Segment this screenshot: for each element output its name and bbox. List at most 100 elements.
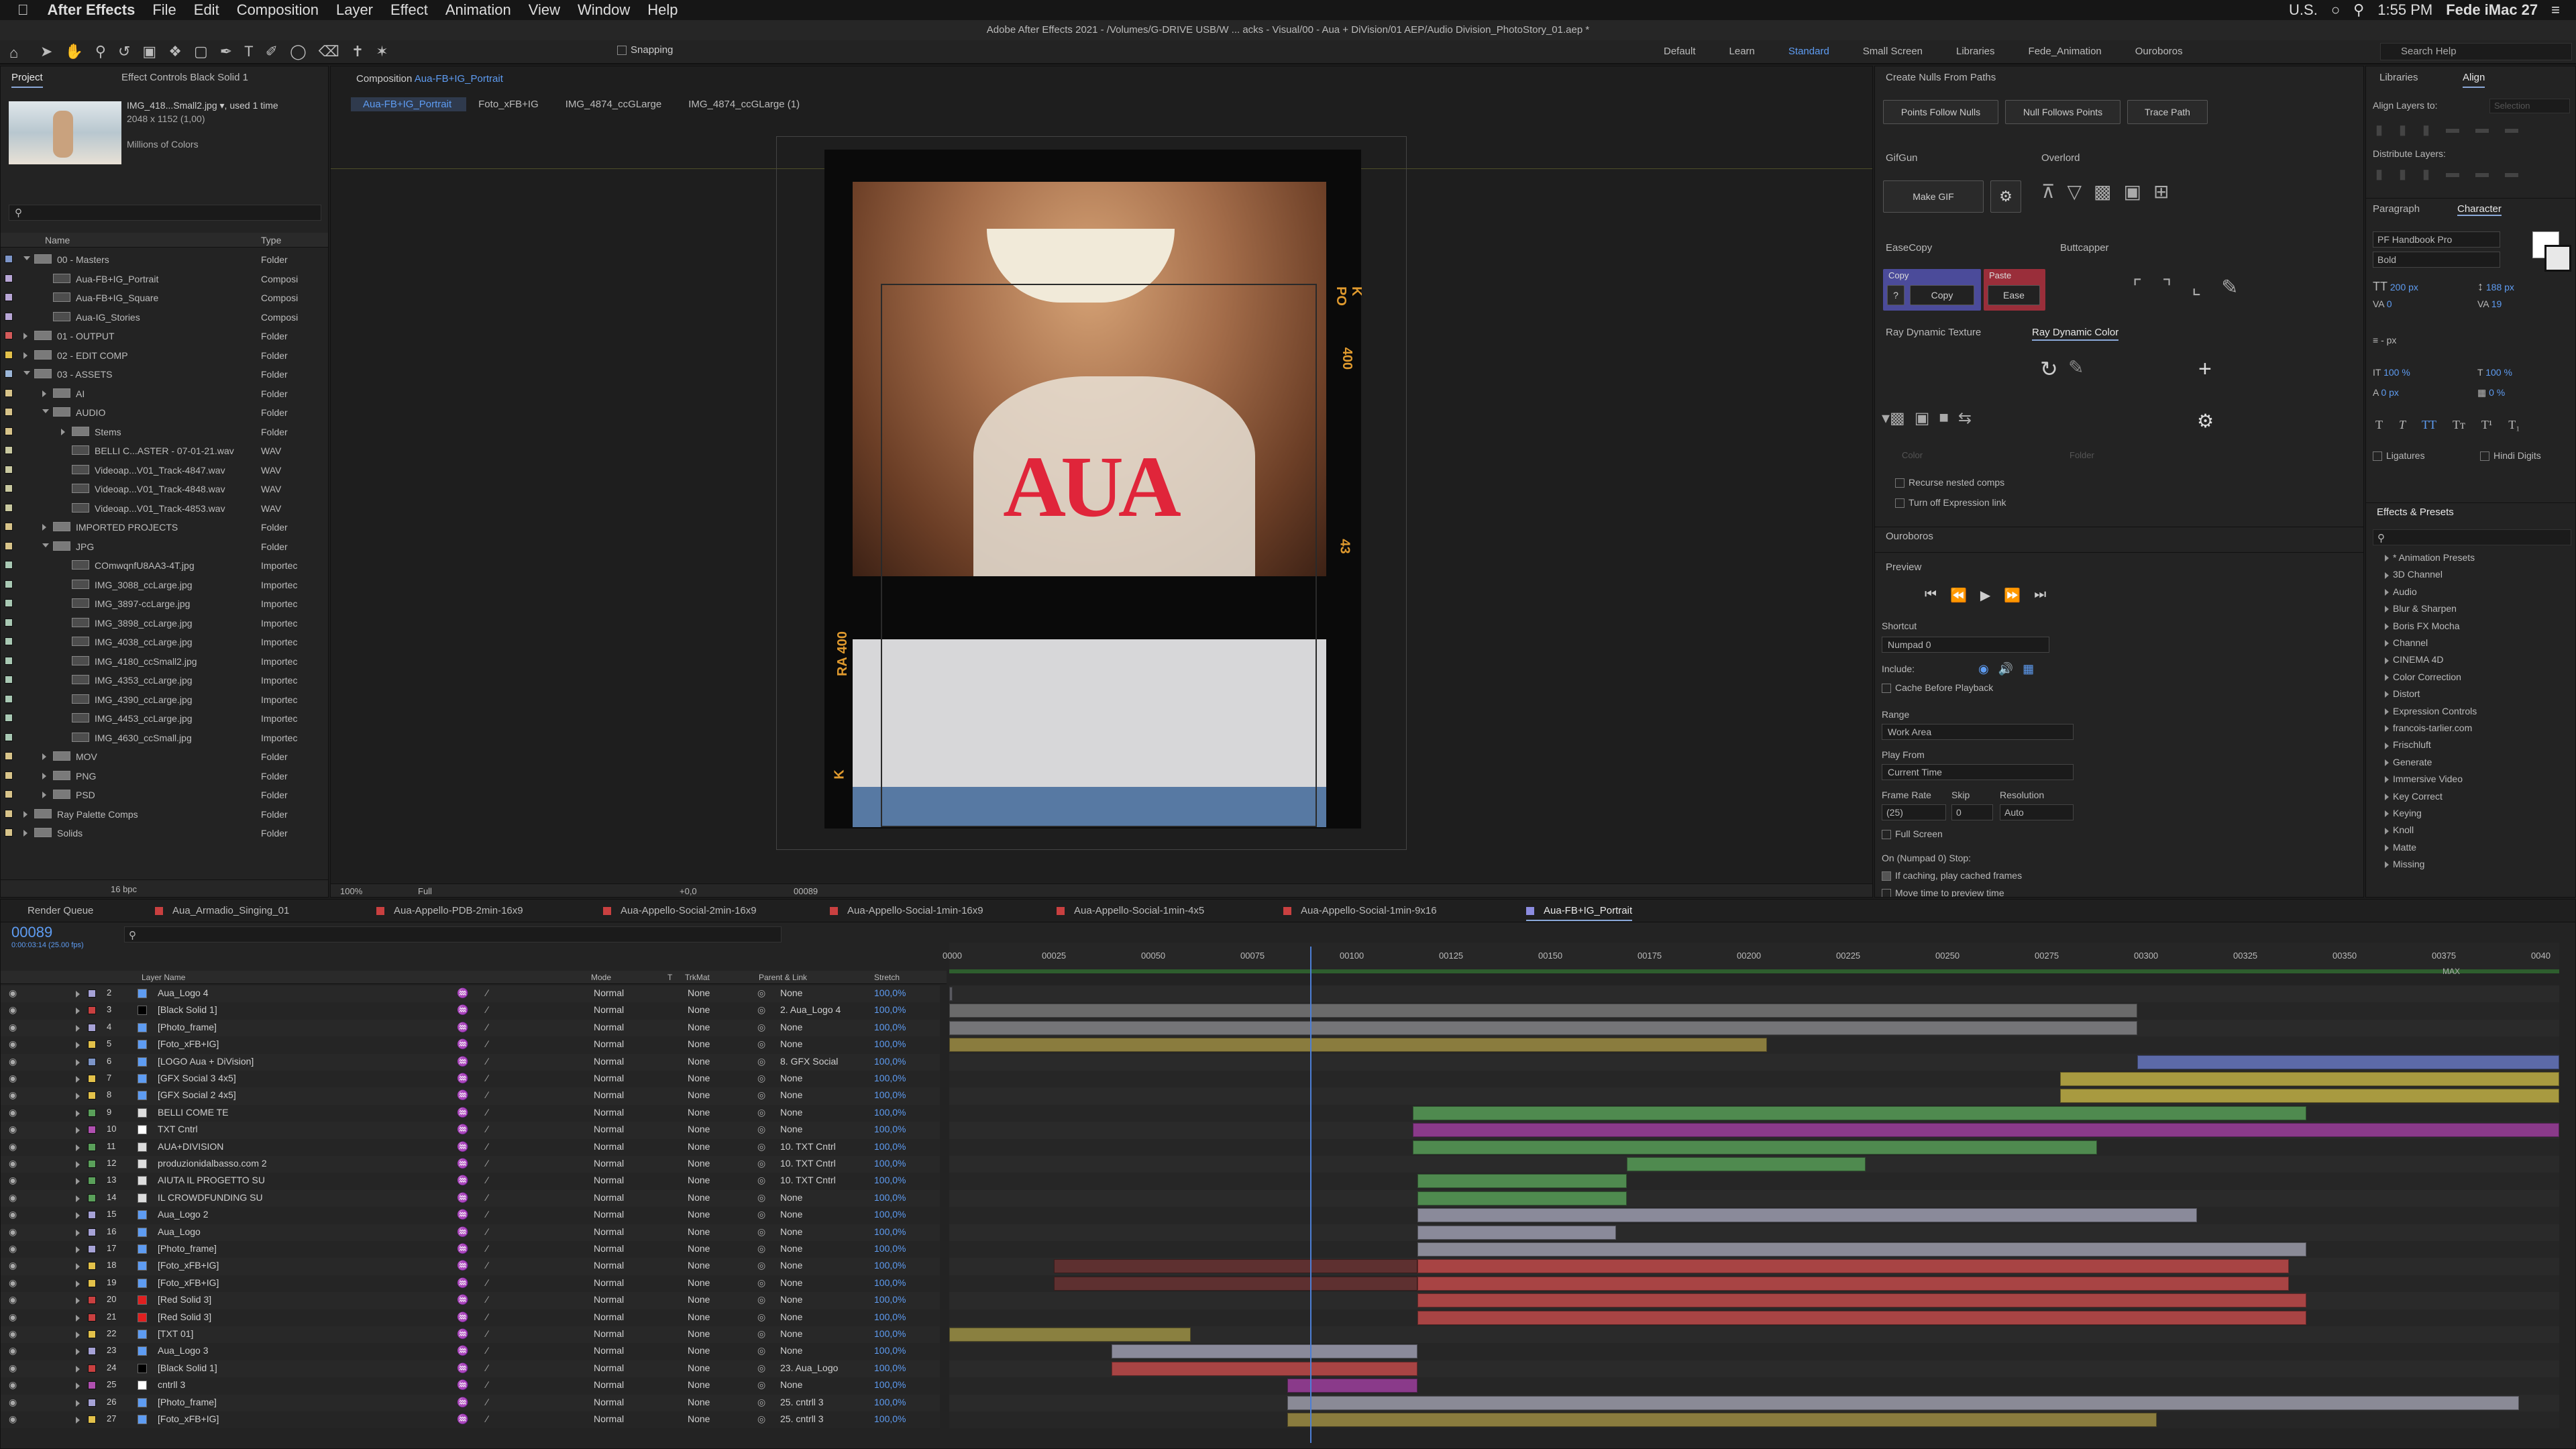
effect-category[interactable]: Distort	[2385, 688, 2420, 699]
hscale-value[interactable]: 100 %	[2485, 367, 2512, 378]
layer-name[interactable]: [Photo_frame]	[158, 1397, 217, 1407]
layer-duration-bar[interactable]	[1417, 1208, 2197, 1223]
effect-category[interactable]: CINEMA 4D	[2385, 654, 2443, 665]
stretch-value[interactable]: 100,0%	[874, 1397, 906, 1407]
pickwhip-icon[interactable]: ◎	[757, 1158, 765, 1169]
rotate-tool-icon[interactable]: ↺	[118, 43, 130, 60]
shy-switch-icon[interactable]: ♒	[457, 1260, 468, 1271]
quality-switch-icon[interactable]: ∕	[486, 1311, 488, 1322]
pickwhip-icon[interactable]: ◎	[757, 1056, 765, 1067]
expand-triangle-icon[interactable]	[76, 1246, 80, 1253]
label-color-swatch[interactable]	[5, 676, 13, 684]
stretch-value[interactable]: 100,0%	[874, 1345, 906, 1356]
parent-select[interactable]: None	[780, 1107, 802, 1118]
effect-category[interactable]: Frischluft	[2385, 739, 2431, 750]
pickwhip-icon[interactable]: ◎	[757, 1311, 765, 1323]
overlord-grid-icon[interactable]: ▩	[2094, 180, 2111, 203]
clock[interactable]: 1:55 PM	[2377, 1, 2432, 19]
layer-name[interactable]: [LOGO Aua + DiVision]	[158, 1056, 254, 1067]
parent-select[interactable]: None	[780, 1294, 802, 1305]
trace-path-button[interactable]: Trace Path	[2127, 100, 2208, 124]
label-color-swatch[interactable]	[5, 771, 13, 780]
overlord-add-icon[interactable]: ⊞	[2153, 180, 2169, 203]
pickwhip-icon[interactable]: ◎	[757, 1107, 765, 1118]
current-timecode[interactable]: 00089	[11, 924, 52, 941]
roto-tool-icon[interactable]: ✝	[352, 43, 364, 60]
tab-render-queue[interactable]: Render Queue	[28, 900, 93, 922]
shy-switch-icon[interactable]: ♒	[457, 1397, 468, 1408]
quality-switch-icon[interactable]: ∕	[486, 1379, 488, 1390]
menu-composition[interactable]: Composition	[237, 1, 319, 19]
parent-select[interactable]: None	[780, 1379, 802, 1390]
blend-mode-select[interactable]: Normal	[594, 1226, 624, 1237]
play-icon[interactable]: ▶	[1980, 587, 1990, 604]
effect-category[interactable]: francois-tarlier.com	[2385, 722, 2472, 733]
effect-category[interactable]: Color Correction	[2385, 672, 2461, 682]
layer-duration-bar[interactable]	[1287, 1379, 1418, 1393]
trkmat-select[interactable]: None	[688, 1022, 710, 1032]
expand-triangle-icon[interactable]	[23, 256, 30, 260]
cap-pen-icon[interactable]: ✎	[2221, 276, 2238, 299]
layer-name[interactable]: [Photo_frame]	[158, 1243, 217, 1254]
layer-name[interactable]: Aua_Logo 3	[158, 1345, 209, 1356]
expand-triangle-icon[interactable]	[23, 830, 28, 837]
shy-switch-icon[interactable]: ♒	[457, 1158, 468, 1169]
shy-switch-icon[interactable]: ♒	[457, 1328, 468, 1340]
label-color-swatch[interactable]	[5, 752, 13, 760]
shy-switch-icon[interactable]: ♒	[457, 1413, 468, 1425]
selection-tool-icon[interactable]: ➤	[40, 43, 52, 60]
layer-row[interactable]: ◉ 27 [Foto_xFB+IG] ♒ ∕ Normal None ◎ 25. cntrll …	[1, 1411, 940, 1429]
layer-name[interactable]: [Red Solid 3]	[158, 1294, 211, 1305]
expand-triangle-icon[interactable]	[76, 1144, 80, 1151]
quality-switch-icon[interactable]: ∕	[486, 1226, 488, 1237]
visibility-eye-icon[interactable]: ◉	[9, 1073, 17, 1084]
pickwhip-icon[interactable]: ◎	[757, 1294, 765, 1305]
pickwhip-icon[interactable]: ◎	[757, 1124, 765, 1135]
stretch-value[interactable]: 100,0%	[874, 1158, 906, 1169]
project-folder[interactable]: Ray Palette Comps Folder	[1, 805, 328, 824]
tab-character[interactable]: Character	[2457, 203, 2502, 216]
layer-row[interactable]: ◉ 4 [Photo_frame] ♒ ∕ Normal None ◎ None 100,0%	[1, 1019, 940, 1037]
label-color-swatch[interactable]	[5, 331, 13, 339]
expand-triangle-icon[interactable]	[76, 1076, 80, 1083]
playhead[interactable]	[1310, 947, 1311, 1443]
expand-triangle-icon[interactable]	[76, 1212, 80, 1220]
zoom-select[interactable]: 100%	[340, 886, 362, 896]
project-folder[interactable]: JPG Folder	[1, 537, 328, 556]
tab-libraries[interactable]: Libraries	[2379, 66, 2418, 89]
pickwhip-icon[interactable]: ◎	[757, 1141, 765, 1152]
expand-triangle-icon[interactable]	[2385, 759, 2389, 767]
first-frame-icon[interactable]: ⏮	[1925, 587, 1937, 604]
layer-label-swatch[interactable]	[88, 1381, 96, 1390]
effect-category[interactable]: Audio	[2385, 586, 2417, 597]
expand-triangle-icon[interactable]	[76, 1110, 80, 1117]
layer-duration-bar[interactable]	[1417, 1293, 2307, 1308]
overlord-pull-icon[interactable]: ▽	[2068, 180, 2082, 203]
turnoff-checkbox[interactable]: Turn off Expression link	[1895, 497, 2006, 508]
blend-mode-select[interactable]: Normal	[594, 1056, 624, 1067]
effect-category[interactable]: Missing	[2385, 859, 2424, 869]
layer-name[interactable]: [GFX Social 3 4x5]	[158, 1073, 236, 1083]
project-folder[interactable]: 01 - OUTPUT Folder	[1, 327, 328, 345]
faux-italic-icon[interactable]: T	[2399, 418, 2406, 432]
shy-switch-icon[interactable]: ♒	[457, 1379, 468, 1391]
project-folder[interactable]: MOV Folder	[1, 747, 328, 766]
trkmat-select[interactable]: None	[688, 1345, 710, 1356]
quality-switch-icon[interactable]: ∕	[486, 1294, 488, 1305]
shy-switch-icon[interactable]: ♒	[457, 1056, 468, 1067]
project-folder[interactable]: 03 - ASSETS Folder	[1, 365, 328, 384]
label-color-swatch[interactable]	[5, 828, 13, 837]
parent-select[interactable]: 8. GFX Social	[780, 1056, 838, 1067]
label-color-swatch[interactable]	[5, 523, 13, 531]
pickwhip-icon[interactable]: ◎	[757, 1328, 765, 1340]
stretch-value[interactable]: 100,0%	[874, 1192, 906, 1203]
layer-label-swatch[interactable]	[88, 1006, 96, 1015]
visibility-eye-icon[interactable]: ◉	[9, 1192, 17, 1203]
points-follow-nulls-button[interactable]: Points Follow Nulls	[1883, 100, 1998, 124]
comp-breadcrumb-item[interactable]: IMG_4874_ccGLarge	[553, 97, 676, 111]
layer-label-swatch[interactable]	[88, 1108, 96, 1117]
layer-name[interactable]: [Black Solid 1]	[158, 1004, 217, 1015]
brush-tool-icon[interactable]: ✐	[266, 43, 278, 60]
layer-name[interactable]: [Foto_xFB+IG]	[158, 1277, 219, 1288]
expand-triangle-icon[interactable]	[42, 409, 49, 413]
